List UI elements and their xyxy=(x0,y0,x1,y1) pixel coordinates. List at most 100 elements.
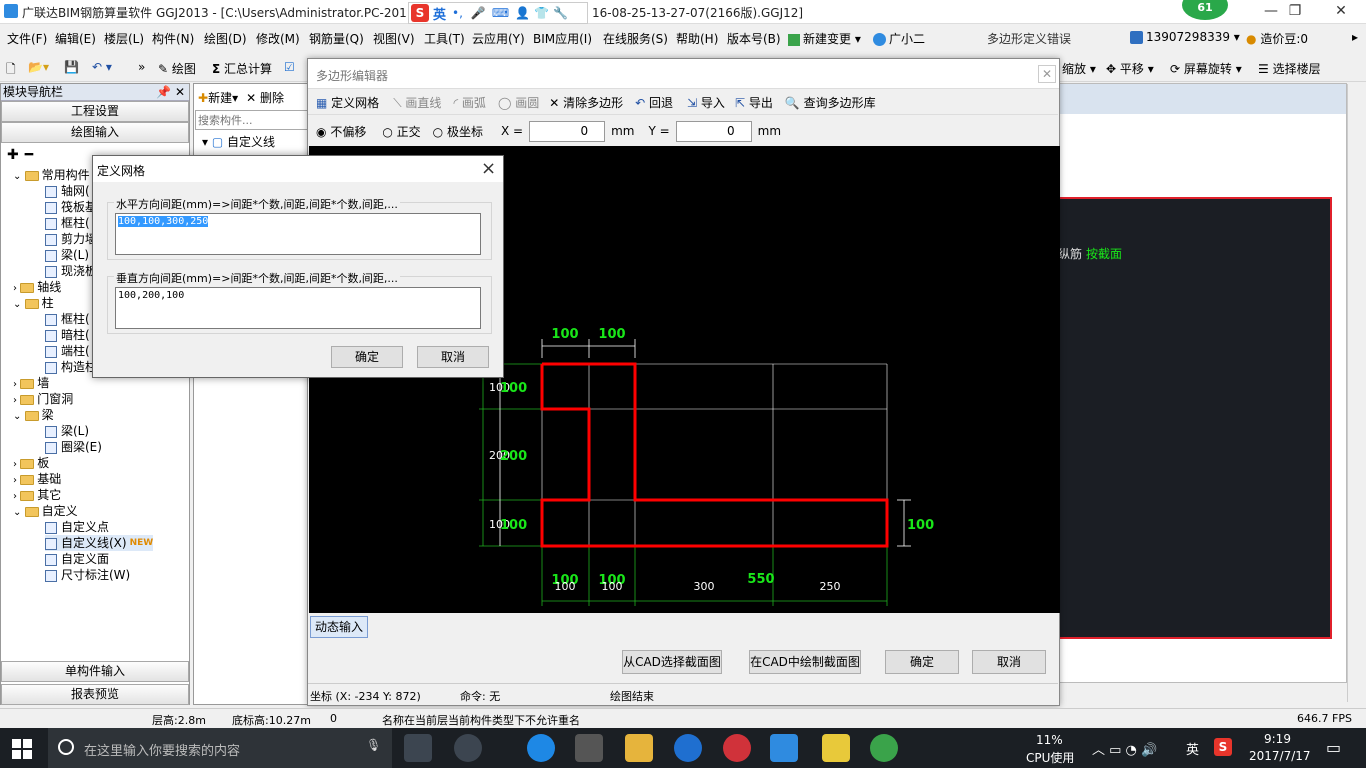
tree-item[interactable]: 端柱( xyxy=(45,343,90,359)
horizontal-spacing-input[interactable]: 100,100,300,250 xyxy=(115,213,481,255)
microphone-icon[interactable]: 🎤 xyxy=(471,6,486,20)
tree-item[interactable]: 框柱( xyxy=(45,311,90,327)
sum-calc-button[interactable]: Σ 汇总计算 xyxy=(212,60,272,77)
expander-icon[interactable]: › xyxy=(13,491,20,502)
define-grid-button[interactable]: ▦ 定义网格 xyxy=(316,94,379,111)
tree-item[interactable]: 圈梁(E) xyxy=(45,439,102,455)
tree-item[interactable]: 框柱( xyxy=(45,215,90,231)
tree-item[interactable]: 梁(L) xyxy=(45,247,89,263)
expand-all-icon[interactable]: ✚ xyxy=(7,147,19,163)
component-list-item[interactable]: ▾ ▢ 自定义线 xyxy=(194,133,309,150)
price-bean[interactable]: ● 造价豆:0 xyxy=(1246,30,1308,47)
store-icon[interactable] xyxy=(575,734,603,762)
menu-more-arrow[interactable]: ▸ xyxy=(1352,30,1358,44)
draw-line-button[interactable]: ⟍ 画直线 xyxy=(393,94,441,111)
expander-icon[interactable]: › xyxy=(13,395,20,406)
y-input[interactable]: 0 xyxy=(675,120,752,142)
export-button[interactable]: ⇱ 导出 xyxy=(735,94,773,111)
vertical-spacing-input[interactable]: 100,200,100 xyxy=(115,287,481,329)
undo-button[interactable]: ↶ 回退 xyxy=(635,94,673,111)
drawing-work-area[interactable]: 纵筋 按截面 xyxy=(1057,83,1364,702)
taskbar-search-box[interactable]: 在这里输入你要搜索的内容 🎙 xyxy=(48,728,392,768)
delete-component-button[interactable]: ✕ 删除 xyxy=(246,89,284,106)
ime-tray-label[interactable]: 英 xyxy=(1186,739,1199,758)
tree-item[interactable]: 现浇板 xyxy=(45,263,97,279)
microphone-icon[interactable]: 🎙 xyxy=(366,738,381,752)
edge-browser-icon[interactable] xyxy=(527,734,555,762)
grid-ok-button[interactable]: 确定 xyxy=(331,346,403,368)
glodon-app2-icon[interactable] xyxy=(723,734,751,762)
tree-item[interactable]: 构造柱 xyxy=(45,359,97,375)
menu-rebar[interactable]: 钢筋量(Q) xyxy=(309,30,364,47)
expander-icon[interactable]: › xyxy=(13,283,20,294)
vertical-scrollbar[interactable] xyxy=(1347,84,1364,702)
active-app-icon[interactable] xyxy=(770,734,798,762)
user-icon[interactable]: 👤 xyxy=(515,6,530,20)
cad-draw-section-button[interactable]: 在CAD中绘制截面图 xyxy=(749,650,861,674)
tree-item[interactable]: 剪力墙 xyxy=(45,231,97,247)
collapse-all-icon[interactable]: ━ xyxy=(25,147,33,163)
expander-icon[interactable]: ⌄ xyxy=(13,507,25,518)
skin-icon[interactable]: 👕 xyxy=(534,6,549,20)
menu-view[interactable]: 视图(V) xyxy=(373,30,415,47)
toolbar-overflow-icon[interactable]: » xyxy=(138,60,145,74)
tree-item[interactable]: 轴网( xyxy=(45,183,90,199)
menu-tools[interactable]: 工具(T) xyxy=(424,30,465,47)
swirl-app-icon[interactable] xyxy=(454,734,482,762)
new-component-button[interactable]: ✚新建▾ xyxy=(198,89,238,106)
polygon-library-button[interactable]: 🔍 查询多边形库 xyxy=(785,94,876,111)
menu-online[interactable]: 在线服务(S) xyxy=(603,30,668,47)
menu-assistant[interactable]: 广小二 xyxy=(873,30,925,47)
windows-start-icon[interactable] xyxy=(12,739,32,759)
restore-button[interactable]: ❐ xyxy=(1272,0,1318,24)
cad-select-section-button[interactable]: 从CAD选择截面图 xyxy=(622,650,722,674)
menu-version[interactable]: 版本号(B) xyxy=(727,30,781,47)
tree-item[interactable]: 自定义点 xyxy=(45,519,109,535)
ime-mode-label[interactable]: 英 xyxy=(433,4,446,23)
close-window-button[interactable]: ✕ xyxy=(1318,0,1364,24)
pan-button[interactable]: ✥ 平移 ▾ xyxy=(1106,60,1154,77)
polygon-editor-close-button[interactable]: ✕ xyxy=(1038,65,1056,83)
by-section-label[interactable]: 按截面 xyxy=(1086,245,1122,262)
menu-component[interactable]: 构件(N) xyxy=(152,30,194,47)
clear-polygon-button[interactable]: ✕ 清除多边形 xyxy=(549,94,623,111)
ime-toolbar[interactable]: S 英 •, 🎤 ⌨ 👤 👕 🔧 xyxy=(408,2,588,24)
tree-item[interactable]: 筏板基 xyxy=(45,199,97,215)
menu-new-change[interactable]: 新建变更 ▾ xyxy=(788,30,861,47)
keyboard-icon[interactable]: ⌨ xyxy=(492,6,509,20)
no-offset-radio[interactable]: ◉ 不偏移 xyxy=(316,123,366,140)
dynamic-input-tab[interactable]: 动态输入 xyxy=(310,616,368,638)
expander-icon[interactable]: › xyxy=(13,475,20,486)
green-app-icon[interactable] xyxy=(870,734,898,762)
rotate-button[interactable]: ⟳ 屏幕旋转 ▾ xyxy=(1170,60,1242,77)
undo-icon[interactable]: ↶ ▾ xyxy=(92,60,112,74)
sogou-tray-icon[interactable]: S xyxy=(1214,738,1232,756)
tree-item[interactable]: 梁(L) xyxy=(45,423,89,439)
open-folder-icon[interactable]: 📂▾ xyxy=(28,60,49,74)
select-floor-button[interactable]: ☰ 选择楼层 xyxy=(1258,60,1321,77)
menu-draw[interactable]: 绘图(D) xyxy=(204,30,247,47)
polygon-cancel-button[interactable]: 取消 xyxy=(972,650,1046,674)
draw-button[interactable]: ✎ 绘图 xyxy=(158,60,196,77)
project-settings-button[interactable]: 工程设置 xyxy=(1,101,189,122)
draw-arc-button[interactable]: ◜ 画弧 xyxy=(453,94,486,111)
expander-icon[interactable]: ⌄ xyxy=(13,299,25,310)
close-panel-icon[interactable]: ✕ xyxy=(175,84,185,100)
glodon-app-icon[interactable] xyxy=(674,734,702,762)
component-search-input[interactable] xyxy=(195,110,308,130)
tree-item[interactable]: 自定义线(X) NEW xyxy=(45,535,154,551)
menu-cloud[interactable]: 云应用(Y) xyxy=(472,30,525,47)
polar-radio[interactable]: ○ 极坐标 xyxy=(433,123,483,140)
tray-icons[interactable]: ︿ ▭ ◔ 🔊 xyxy=(1092,739,1157,758)
menu-help[interactable]: 帮助(H) xyxy=(676,30,718,47)
save-icon[interactable]: 💾 xyxy=(64,60,79,74)
sogou-icon[interactable]: S xyxy=(411,4,429,22)
orthogonal-radio[interactable]: ○ 正交 xyxy=(382,123,420,140)
menu-file[interactable]: 文件(F) xyxy=(7,30,47,47)
grid-cancel-button[interactable]: 取消 xyxy=(417,346,489,368)
account[interactable]: 13907298339 ▾ xyxy=(1130,30,1240,44)
notification-badge[interactable]: 61 xyxy=(1182,0,1228,20)
notification-center-icon[interactable]: ▭ xyxy=(1326,738,1341,757)
clock-date[interactable]: 2017/7/17 xyxy=(1249,749,1311,763)
punctuation-icon[interactable]: •, xyxy=(452,6,463,20)
